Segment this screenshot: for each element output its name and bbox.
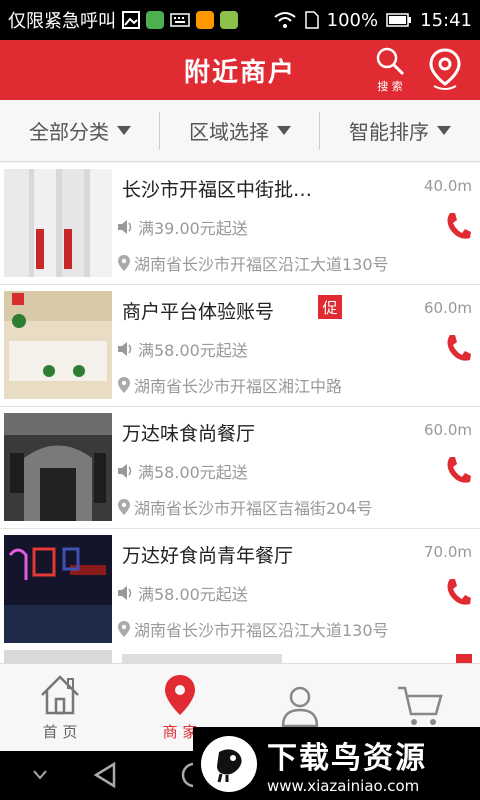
merchant-name: 长沙市开福区中街批… [122,179,313,201]
location-button[interactable] [428,48,462,92]
location-pin-icon [118,377,130,393]
address-text: 湖南省长沙市开福区湘江中路 [134,377,343,396]
search-label: 搜 索 [377,80,403,93]
sim-icon [304,11,319,29]
address-text: 湖南省长沙市开福区吉福街204号 [134,499,373,518]
call-button[interactable] [444,455,472,485]
phone-icon [447,335,471,361]
min-order-text: 满58.00元起送 [138,463,248,482]
app-notification-icon [146,11,164,29]
call-button[interactable] [444,211,472,241]
merchant-name: 万达味食尚餐厅 [122,423,256,445]
merchant-list: 长沙市开福区中街批… 40.0m 满39.00元起送 湖南省长沙市开福区沿江大道… [0,163,480,663]
clock: 15:41 [420,9,472,31]
min-order: 满58.00元起送 [117,337,248,361]
image-icon [122,11,140,29]
merchant-address: 湖南省长沙市开福区吉福街204号 [117,495,373,519]
chevron-down-icon [117,126,131,135]
speaker-icon [118,586,132,600]
call-button[interactable] [444,333,472,363]
merchant-distance: 40.0m [423,177,472,195]
app-header: 附近商户 搜 索 [0,40,480,100]
filter-label: 智能排序 [349,120,429,144]
merchant-address: 湖南省长沙市开福区沿江大道130号 [117,251,389,275]
merchant-row[interactable]: 商户平台体验账号 促 60.0m 满58.00元起送 湖南省长沙市开福区湘江中路 [0,285,480,407]
chevron-down-icon [277,126,291,135]
phone-icon [447,213,471,239]
speaker-icon [118,220,132,234]
speaker-icon [118,464,132,478]
phone-icon [447,457,471,483]
wifi-icon [274,12,296,28]
app-notification-icon [220,11,238,29]
filter-region[interactable]: 区域选择 [160,100,320,161]
merchant-distance: 70.0m [423,543,472,561]
location-pin-icon [118,621,130,637]
promo-badge: 促 [318,295,342,319]
address-text: 湖南省长沙市开福区沿江大道130号 [134,621,389,640]
list-item-partial[interactable] [0,649,480,663]
min-order: 满58.00元起送 [117,459,248,483]
app-notification-icon [196,11,214,29]
chevron-down-icon[interactable] [32,769,48,781]
merchant-thumbnail [4,169,112,277]
merchant-thumbnail [4,535,112,643]
merchant-distance: 60.0m [423,421,472,439]
location-pin-icon [118,255,130,271]
merchant-thumbnail [4,413,112,521]
back-icon[interactable] [92,761,118,789]
search-button[interactable]: 搜 索 [372,46,408,96]
merchant-name: 商户平台体验账号 [122,301,275,323]
merchant-row[interactable]: 万达味食尚餐厅 60.0m 满58.00元起送 湖南省长沙市开福区吉福街204号 [0,407,480,529]
watermark-title: 下载鸟资源 [267,740,427,776]
speaker-icon [118,342,132,356]
watermark: 下载鸟资源 www.xiazainiao.com [193,727,480,800]
filter-bar: 全部分类 区域选择 智能排序 [0,100,480,162]
status-text: 仅限紧急呼叫 [8,11,116,32]
address-text: 湖南省长沙市开福区沿江大道130号 [134,255,389,274]
filter-label: 区域选择 [189,120,269,144]
min-order: 满58.00元起送 [117,581,248,605]
location-pin-icon [118,499,130,515]
merchant-thumbnail [4,291,112,399]
merchant-distance: 60.0m [423,299,472,317]
search-icon [376,47,405,76]
watermark-url: www.xiazainiao.com [267,776,420,795]
merchant-row[interactable]: 万达好食尚青年餐厅 70.0m 满58.00元起送 湖南省长沙市开福区沿江大道1… [0,529,480,651]
phone-icon [447,579,471,605]
bird-logo-icon [201,735,257,792]
merchant-name: 万达好食尚青年餐厅 [122,545,294,567]
user-icon [281,686,319,727]
min-order: 满39.00元起送 [117,215,248,239]
filter-category[interactable]: 全部分类 [0,100,160,161]
home-icon [41,675,79,715]
min-order-text: 满58.00元起送 [138,585,248,604]
tab-label: 首 页 [42,723,78,741]
filter-sort[interactable]: 智能排序 [320,100,480,161]
merchant-row[interactable]: 长沙市开福区中街批… 40.0m 满39.00元起送 湖南省长沙市开福区沿江大道… [0,163,480,285]
merchant-address: 湖南省长沙市开福区沿江大道130号 [117,617,389,641]
chevron-down-icon [437,126,451,135]
page-title: 附近商户 [183,57,296,88]
cart-icon [398,686,443,725]
location-pin-icon [165,675,195,715]
min-order-text: 满58.00元起送 [138,341,248,360]
keyboard-icon [170,13,190,27]
merchant-address: 湖南省长沙市开福区湘江中路 [117,373,342,397]
status-bar: 仅限紧急呼叫 100% 15:41 [0,0,480,40]
call-button[interactable] [444,577,472,607]
battery-percent: 100% [326,9,379,31]
battery-icon [386,13,412,27]
tab-home[interactable]: 首 页 [0,664,120,751]
min-order-text: 满39.00元起送 [138,219,248,238]
location-pin-icon [429,48,461,90]
filter-label: 全部分类 [29,120,109,144]
